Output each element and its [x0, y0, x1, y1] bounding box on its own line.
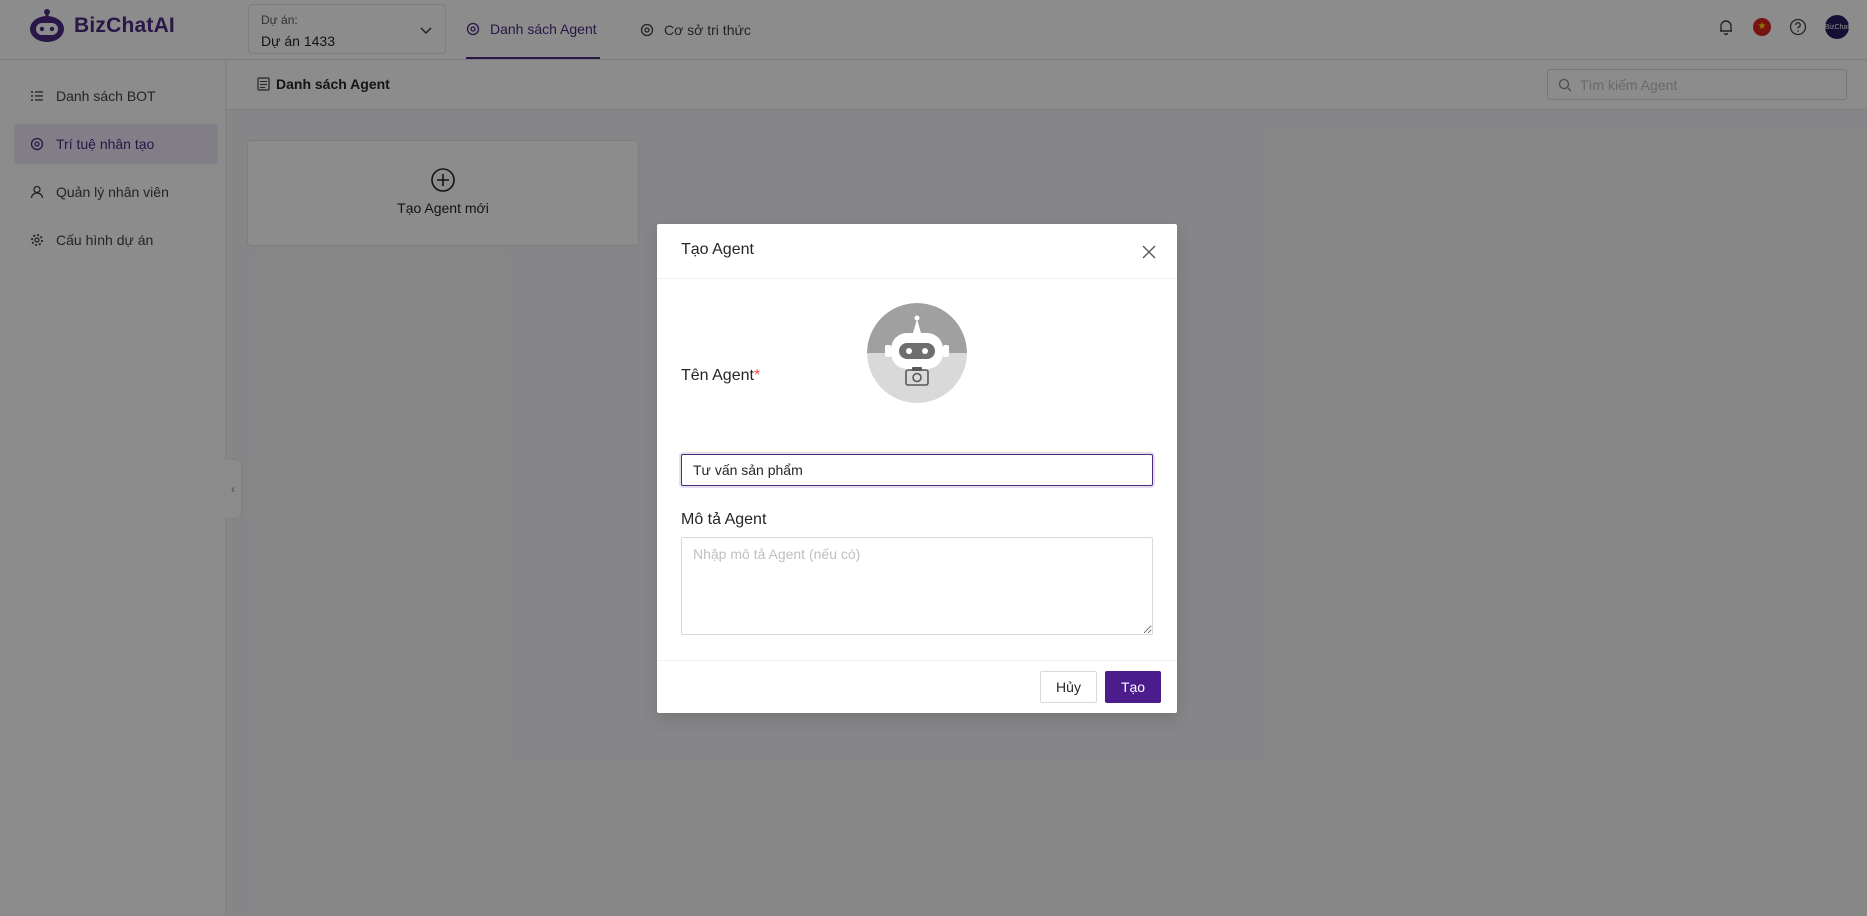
- agent-avatar-upload[interactable]: [867, 303, 967, 403]
- app-root: BizChatAI Dự án: Dự án 1433 Danh sách Ag…: [0, 0, 1867, 916]
- agent-name-label: Tên Agent*: [681, 367, 760, 385]
- modal-title: Tạo Agent: [681, 241, 754, 258]
- modal-footer: Hủy Tạo: [657, 660, 1177, 713]
- create-button[interactable]: Tạo: [1105, 671, 1161, 703]
- agent-name-input[interactable]: [681, 454, 1153, 486]
- modal-header: Tạo Agent: [657, 224, 1177, 279]
- create-agent-modal: Tạo Agent Tên Agent* Tư vấn sản phẩm Mô …: [657, 224, 1177, 713]
- robot-avatar-icon: [867, 303, 967, 403]
- agent-description-label: Mô tả Agent: [681, 511, 767, 528]
- cancel-button[interactable]: Hủy: [1040, 671, 1097, 703]
- close-icon[interactable]: [1139, 242, 1159, 262]
- agent-name-label-text: Tên Agent: [681, 367, 754, 384]
- required-mark: *: [753, 367, 761, 384]
- agent-description-input[interactable]: [681, 537, 1153, 635]
